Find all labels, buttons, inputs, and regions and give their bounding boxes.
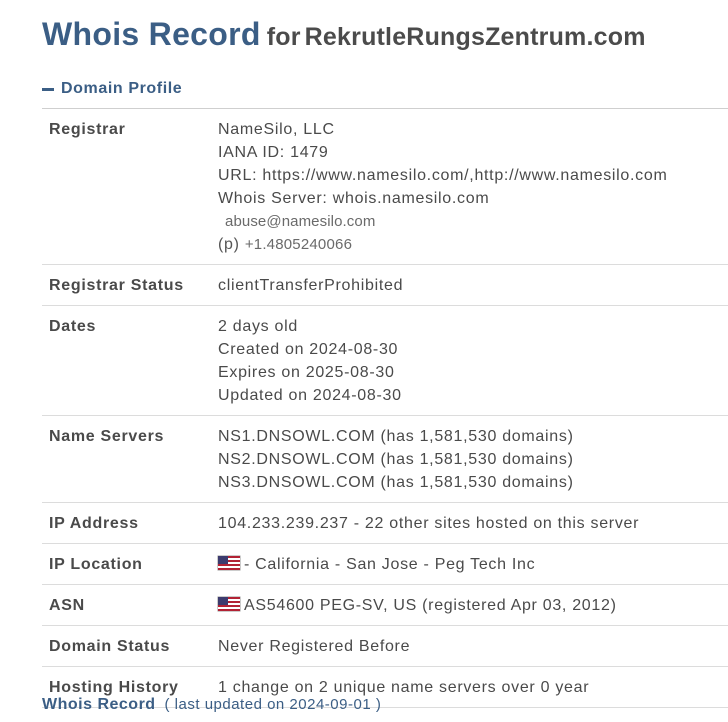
table-row-ip-address: IP Address 104.233.239.237 - 22 other si… — [42, 502, 728, 544]
expires-date: Expires on 2025-08-30 — [218, 364, 395, 381]
table-row-registrar: Registrar NameSilo, LLC IANA ID: 1479 UR… — [42, 108, 728, 265]
dates-label: Dates — [42, 305, 218, 416]
registrar-value: NameSilo, LLC IANA ID: 1479 URL: https:/… — [218, 108, 728, 265]
domain-status-label: Domain Status — [42, 625, 218, 667]
dates-value: 2 days old Created on 2024-08-30 Expires… — [218, 305, 728, 416]
registrar-iana: IANA ID: 1479 — [218, 144, 329, 161]
registrar-status-label: Registrar Status — [42, 264, 218, 306]
ip-address-label: IP Address — [42, 502, 218, 544]
domain-profile-heading: Domain Profile — [61, 80, 183, 97]
collapse-minus-icon — [42, 87, 54, 91]
table-row-dates: Dates 2 days old Created on 2024-08-30 E… — [42, 305, 728, 416]
asn-label: ASN — [42, 584, 218, 626]
asn-value: AS54600 PEG-SV, US (registered Apr 03, 2… — [218, 584, 728, 626]
page-title-for: for — [266, 23, 301, 51]
name-servers-value: NS1.DNSOWL.COM (has 1,581,530 domains) N… — [218, 415, 728, 503]
registrar-email: abuse@namesilo.com — [225, 213, 376, 230]
ip-location-value: - California - San Jose - Peg Tech Inc — [218, 543, 728, 585]
registrar-url: URL: https://www.namesilo.com/,http://ww… — [218, 167, 668, 184]
last-updated-text: ( last updated on 2024-09-01 ) — [164, 696, 382, 713]
page-title: Whois Record for RekrutleRungsZentrum.com — [42, 16, 646, 53]
domain-status-value: Never Registered Before — [218, 625, 728, 667]
ip-location-text: - California - San Jose - Peg Tech Inc — [244, 556, 536, 573]
registrar-whois-server: Whois Server: whois.namesilo.com — [218, 190, 490, 207]
name-server-3[interactable]: NS3.DNSOWL.COM (has 1,581,530 domains) — [218, 471, 728, 494]
page-title-domain: RekrutleRungsZentrum.com — [304, 23, 646, 51]
table-row-ip-location: IP Location - California - San Jose - Pe… — [42, 543, 728, 585]
page-title-main: Whois Record — [42, 16, 261, 52]
registrar-name: NameSilo, LLC — [218, 121, 335, 138]
us-flag-icon — [218, 597, 240, 611]
us-flag-icon — [218, 556, 240, 570]
registrar-phone: +1.4805240066 — [244, 236, 353, 253]
table-row-registrar-status: Registrar Status clientTransferProhibite… — [42, 264, 728, 306]
table-row-asn: ASN AS54600 PEG-SV, US (registered Apr 0… — [42, 584, 728, 626]
asn-text: AS54600 PEG-SV, US (registered Apr 03, 2… — [244, 597, 617, 614]
name-servers-label: Name Servers — [42, 415, 218, 503]
registrar-status-value: clientTransferProhibited — [218, 264, 728, 306]
name-server-2[interactable]: NS2.DNSOWL.COM (has 1,581,530 domains) — [218, 448, 728, 471]
whois-record-footer: Whois Record ( last updated on 2024-09-0… — [42, 696, 381, 714]
registrar-label: Registrar — [42, 108, 218, 265]
phone-prefix: (p) — [218, 236, 240, 253]
whois-record-label[interactable]: Whois Record — [42, 696, 156, 713]
domain-profile-table: Registrar NameSilo, LLC IANA ID: 1479 UR… — [42, 108, 728, 708]
name-server-1[interactable]: NS1.DNSOWL.COM (has 1,581,530 domains) — [218, 425, 728, 448]
updated-date: Updated on 2024-08-30 — [218, 387, 402, 404]
domain-profile-toggle[interactable]: Domain Profile — [42, 80, 182, 98]
ip-address-value[interactable]: 104.233.239.237 - 22 other sites hosted … — [218, 502, 728, 544]
table-row-name-servers: Name Servers NS1.DNSOWL.COM (has 1,581,5… — [42, 415, 728, 503]
registrar-phone-line: (p) +1.4805240066 — [218, 233, 728, 256]
table-row-domain-status: Domain Status Never Registered Before — [42, 625, 728, 667]
created-date: Created on 2024-08-30 — [218, 341, 399, 358]
domain-age: 2 days old — [218, 318, 298, 335]
ip-location-label: IP Location — [42, 543, 218, 585]
